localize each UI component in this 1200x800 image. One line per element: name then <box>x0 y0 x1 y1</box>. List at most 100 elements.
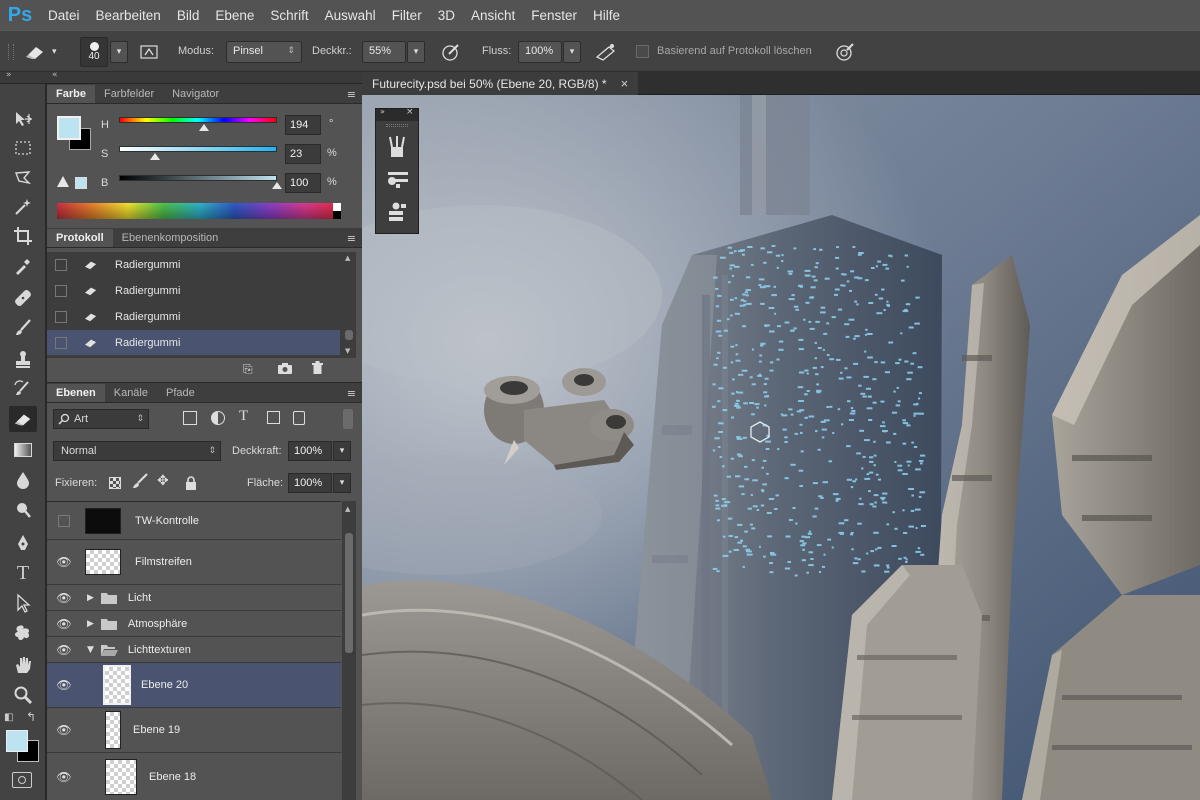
lasso-tool-icon[interactable] <box>9 165 37 191</box>
eye-icon[interactable]: 👁 <box>47 663 81 708</box>
blur-tool-icon[interactable] <box>9 467 37 493</box>
menu-ansicht[interactable]: Ansicht <box>463 8 523 23</box>
brush-settings-icon[interactable] <box>386 169 410 193</box>
in-gamut-swatch[interactable] <box>75 177 87 189</box>
tab-pfade[interactable]: Pfade <box>157 384 204 402</box>
opacity-dropdown[interactable]: ▾ <box>407 41 425 63</box>
expand-toolbar-icon[interactable]: » <box>6 70 12 80</box>
lock-pixels-icon[interactable] <box>131 473 149 493</box>
mode-select[interactable]: Pinsel ⇕ <box>226 41 302 63</box>
eye-icon[interactable]: 👁 <box>47 540 81 585</box>
menu-hilfe[interactable]: Hilfe <box>585 8 628 23</box>
gradient-tool-icon[interactable] <box>9 437 37 463</box>
pressure-size-toggle[interactable] <box>834 41 856 63</box>
panel-menu-icon[interactable]: ≡ <box>347 232 356 245</box>
layers-scrollbar[interactable]: ▲ <box>342 501 356 800</box>
crop-tool-icon[interactable] <box>9 223 37 249</box>
eye-icon[interactable]: 👁 <box>47 611 81 637</box>
fill-field[interactable]: 100% <box>288 473 332 493</box>
clone-source-icon[interactable] <box>386 201 408 227</box>
magic-wand-tool-icon[interactable] <box>9 194 37 220</box>
saturation-field[interactable]: 23 <box>285 144 321 164</box>
chevron-right-icon[interactable]: ▶ <box>87 593 94 603</box>
saturation-slider-knob[interactable] <box>150 153 161 160</box>
layer-group-row[interactable]: 👁 ▼ Lichttexturen <box>47 637 341 663</box>
type-tool-icon[interactable]: T <box>9 560 37 586</box>
color-ramp-white[interactable] <box>333 203 341 211</box>
scroll-thumb[interactable] <box>345 533 353 653</box>
layer-opacity-field[interactable]: 100% <box>288 441 332 461</box>
scroll-down-icon[interactable]: ▼ <box>345 347 350 355</box>
eyedropper-tool-icon[interactable] <box>9 253 37 279</box>
layer-filter-select[interactable]: Art ⇕ <box>53 409 149 429</box>
scroll-up-icon[interactable]: ▲ <box>345 505 350 513</box>
trash-icon[interactable] <box>311 360 324 379</box>
history-source-checkbox[interactable] <box>55 258 67 271</box>
new-document-from-state-icon[interactable]: ⎘ <box>243 362 253 377</box>
filter-pixel-icon[interactable] <box>183 411 197 425</box>
collapse-panels-icon[interactable]: « <box>52 70 58 80</box>
tab-ebenen[interactable]: Ebenen <box>47 384 105 402</box>
chevron-down-icon[interactable]: ▼ <box>87 645 94 655</box>
zoom-tool-icon[interactable] <box>9 682 37 708</box>
lock-transparency-icon[interactable] <box>109 477 121 489</box>
filter-adjustment-icon[interactable] <box>211 411 225 425</box>
erase-history-checkbox[interactable] <box>636 45 649 58</box>
menu-datei[interactable]: Datei <box>40 8 88 23</box>
color-ramp-black[interactable] <box>333 211 341 219</box>
history-item[interactable]: Radiergummi <box>47 304 340 330</box>
brush-size-dropdown[interactable]: ▾ <box>110 41 128 63</box>
history-scrollbar[interactable]: ▲ ▼ <box>342 252 356 358</box>
eye-icon[interactable]: 👁 <box>47 753 81 800</box>
eye-icon[interactable]: 👁 <box>47 708 81 753</box>
menu-schrift[interactable]: Schrift <box>262 8 316 23</box>
close-icon[interactable]: × <box>621 76 629 91</box>
marquee-tool-icon[interactable] <box>9 135 37 161</box>
filter-smart-object-icon[interactable] <box>293 411 305 425</box>
visibility-toggle[interactable] <box>47 502 81 540</box>
menu-bild[interactable]: Bild <box>169 8 208 23</box>
color-ramp[interactable] <box>57 203 341 219</box>
custom-shape-tool-icon[interactable] <box>9 620 37 646</box>
brush-panel-toggle[interactable] <box>138 41 160 63</box>
scroll-thumb[interactable] <box>345 330 353 340</box>
layer-row[interactable]: 👁 Ebene 19 <box>47 708 341 753</box>
scroll-up-icon[interactable]: ▲ <box>345 254 350 262</box>
tab-ebenenkomposition[interactable]: Ebenenkomposition <box>113 229 228 247</box>
layer-row[interactable]: 👁 Filmstreifen <box>47 540 341 585</box>
layer-row[interactable]: 👁 Ebene 18 <box>47 753 341 800</box>
expand-icon[interactable]: » <box>380 107 385 116</box>
history-source-checkbox[interactable] <box>55 284 67 297</box>
eye-icon[interactable]: 👁 <box>47 585 81 611</box>
layer-opacity-dropdown[interactable]: ▾ <box>333 441 351 461</box>
close-icon[interactable]: × <box>406 107 414 117</box>
chevron-right-icon[interactable]: ▶ <box>87 619 94 629</box>
panel-menu-icon[interactable]: ≡ <box>347 88 356 101</box>
menu-fenster[interactable]: Fenster <box>523 8 585 23</box>
history-brush-tool-icon[interactable] <box>9 376 37 402</box>
saturation-slider[interactable] <box>119 146 277 152</box>
document-tab[interactable]: Futurecity.psd bei 50% (Ebene 20, RGB/8)… <box>362 72 639 95</box>
tool-preset-picker[interactable]: ▾ <box>24 39 68 65</box>
fill-dropdown[interactable]: ▾ <box>333 473 351 493</box>
layer-group-row[interactable]: 👁 ▶ Licht <box>47 585 341 611</box>
brush-presets-icon[interactable] <box>386 135 408 163</box>
menu-3d[interactable]: 3D <box>430 8 463 23</box>
hue-slider-knob[interactable] <box>199 124 210 131</box>
history-source-checkbox[interactable] <box>55 310 67 323</box>
airbrush-toggle[interactable] <box>594 41 618 63</box>
history-item-selected[interactable]: Radiergummi <box>47 330 340 356</box>
eye-icon[interactable]: 👁 <box>47 637 81 663</box>
foreground-color-swatch[interactable] <box>6 730 28 752</box>
menu-auswahl[interactable]: Auswahl <box>317 8 384 23</box>
flow-dropdown[interactable]: ▾ <box>563 41 581 63</box>
flow-field[interactable]: 100% <box>518 41 562 63</box>
brightness-field[interactable]: 100 <box>285 173 321 193</box>
move-tool-icon[interactable] <box>9 106 37 132</box>
layer-row[interactable]: TW-Kontrolle <box>47 502 341 540</box>
brightness-slider-knob[interactable] <box>272 182 282 189</box>
tab-navigator[interactable]: Navigator <box>163 85 228 103</box>
filter-type-icon[interactable]: T <box>239 408 248 425</box>
layer-row-selected[interactable]: 👁 Ebene 20 <box>47 663 341 708</box>
history-source-checkbox[interactable] <box>55 336 67 349</box>
